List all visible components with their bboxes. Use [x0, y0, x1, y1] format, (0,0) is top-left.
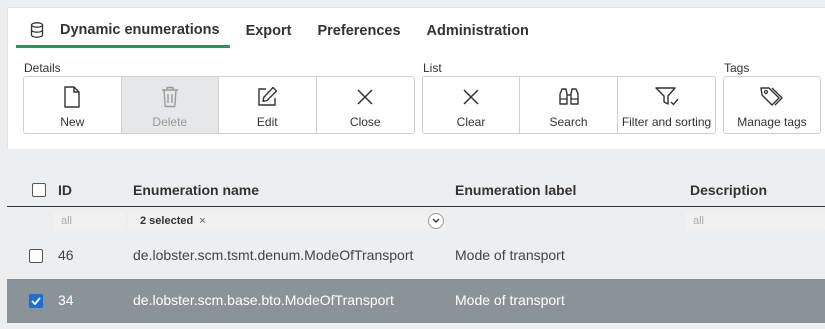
- table-row-selected[interactable]: 34 de.lobster.scm.base.bto.ModeOfTranspo…: [7, 279, 825, 323]
- button-label: Search: [549, 115, 588, 129]
- name-filter-select[interactable]: 2 selected ×: [128, 211, 446, 231]
- cell-name: de.lobster.scm.base.bto.ModeOfTransport: [133, 292, 394, 308]
- list-button-group: Clear Search Filter and sorting: [422, 76, 716, 134]
- column-header-label[interactable]: Enumeration label: [455, 182, 576, 198]
- close-button[interactable]: Close: [317, 77, 415, 133]
- button-label: Delete: [152, 115, 188, 129]
- table-header: ID Enumeration name Enumeration label De…: [7, 176, 825, 207]
- details-group-label: Details: [24, 61, 61, 75]
- close-icon: [356, 85, 374, 109]
- tab-administration[interactable]: Administration: [417, 14, 539, 48]
- row-checkbox-checked[interactable]: [29, 294, 43, 308]
- manage-tags-button[interactable]: Manage tags: [724, 77, 820, 133]
- button-label: New: [60, 115, 85, 129]
- cell-label: Mode of transport: [455, 247, 565, 263]
- selected-count-chip: 2 selected: [140, 215, 194, 227]
- close-icon: [462, 85, 480, 109]
- tags-icon: [760, 85, 784, 109]
- tab-bar: Dynamic enumerations Export Preferences …: [16, 14, 545, 48]
- tab-dynamic-enumerations[interactable]: Dynamic enumerations: [16, 14, 230, 48]
- button-label: Filter and sorting: [621, 115, 712, 129]
- list-group-label: List: [423, 61, 442, 75]
- new-button[interactable]: New: [24, 77, 122, 133]
- check-icon: [31, 297, 41, 305]
- description-filter-input[interactable]: all: [685, 211, 825, 231]
- edit-button[interactable]: Edit: [219, 77, 317, 133]
- table-row[interactable]: [7, 323, 825, 329]
- table-row[interactable]: 46 de.lobster.scm.tsmt.denum.ModeOfTrans…: [7, 234, 825, 278]
- cell-id: 46: [58, 247, 74, 263]
- button-label: Manage tags: [737, 115, 807, 129]
- tab-label: Preferences: [317, 23, 401, 39]
- delete-button[interactable]: Delete: [121, 77, 219, 133]
- chevron-down-icon[interactable]: [428, 213, 444, 229]
- filter-and-sorting-button[interactable]: Filter and sorting: [618, 77, 715, 133]
- tab-label: Administration: [426, 23, 529, 39]
- select-all-checkbox[interactable]: [32, 183, 46, 197]
- file-icon: [63, 85, 81, 109]
- database-icon: [30, 21, 44, 38]
- button-label: Edit: [256, 115, 278, 129]
- tab-label: Export: [245, 23, 292, 39]
- clear-button[interactable]: Clear: [423, 77, 520, 133]
- button-label: Clear: [456, 115, 486, 129]
- id-filter-input[interactable]: all: [53, 211, 125, 231]
- cell-id: 34: [58, 292, 74, 308]
- column-header-id[interactable]: ID: [58, 182, 72, 198]
- tab-label: Dynamic enumerations: [60, 21, 220, 38]
- column-header-description[interactable]: Description: [690, 182, 767, 198]
- details-button-group: New Delete Edit Close: [23, 76, 415, 134]
- edit-icon: [256, 85, 278, 109]
- cell-label: Mode of transport: [455, 292, 565, 308]
- tab-preferences[interactable]: Preferences: [307, 14, 410, 48]
- search-button[interactable]: Search: [520, 77, 618, 133]
- trash-icon: [161, 85, 179, 109]
- filter-icon: [654, 85, 679, 109]
- filter-row: all 2 selected × all: [7, 208, 825, 234]
- tags-group-label: Tags: [724, 61, 750, 75]
- binoculars-icon: [557, 85, 581, 109]
- cell-name: de.lobster.scm.tsmt.denum.ModeOfTranspor…: [133, 247, 414, 263]
- tags-button-group: Manage tags: [723, 76, 821, 134]
- column-header-name[interactable]: Enumeration name: [133, 182, 259, 198]
- button-label: Close: [349, 115, 381, 129]
- chip-remove-icon[interactable]: ×: [199, 215, 205, 227]
- row-checkbox[interactable]: [29, 249, 43, 263]
- tab-export[interactable]: Export: [236, 14, 302, 48]
